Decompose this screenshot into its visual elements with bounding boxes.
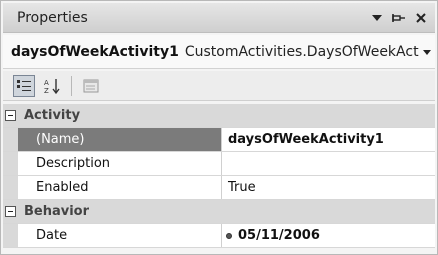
svg-text:Z: Z [44,87,49,95]
property-value-date: 05/11/2006 [238,228,320,243]
property-name: (Name) [18,128,222,151]
category-label: Activity [24,108,81,123]
collapse-activity-icon[interactable] [3,104,18,127]
window-position-dropdown-icon[interactable] [369,9,385,27]
category-label: Behavior [24,204,90,219]
collapse-behavior-icon[interactable] [3,200,18,223]
toolbar-separator [71,75,72,96]
property-value-name[interactable]: daysOfWeekActivity1 [222,128,435,151]
close-icon[interactable] [413,9,429,27]
sort-alphabetical-icon: A Z [44,78,60,95]
pin-icon[interactable] [391,9,407,27]
property-row-enabled[interactable]: Enabled True [3,176,435,200]
svg-text:A: A [44,79,49,87]
properties-window: Properties daysOfWeekActivity1 CustomAct… [0,0,438,255]
property-row-description[interactable]: Description [3,152,435,176]
bind-indicator-icon[interactable] [226,232,232,239]
category-row-activity[interactable]: Activity [3,104,435,128]
property-grid: Activity (Name) daysOfWeekActivity1 Desc… [3,104,435,248]
selected-object-name: daysOfWeekActivity1 [11,43,179,60]
window-controls [369,9,435,27]
property-row-name[interactable]: (Name) daysOfWeekActivity1 [3,128,435,152]
property-value-enabled[interactable]: True [222,176,435,199]
window-title: Properties [17,9,88,26]
property-pages-button[interactable] [80,75,102,97]
alphabetical-view-button[interactable]: A Z [41,75,63,97]
title-bar: Properties [3,3,435,33]
property-name: Date [18,224,222,247]
selected-object-type: CustomActivities.DaysOfWeekActivi [184,43,435,60]
categorized-view-button[interactable] [13,74,35,97]
object-selector[interactable]: daysOfWeekActivity1 CustomActivities.Day… [3,35,435,69]
properties-toolbar: A Z [3,71,435,101]
categorized-icon [17,79,31,91]
property-value-date-container[interactable]: 05/11/2006 [222,224,435,247]
property-name: Description [18,152,222,175]
property-row-date[interactable]: Date 05/11/2006 [3,224,435,248]
property-value-description[interactable] [222,152,435,175]
category-row-behavior[interactable]: Behavior [3,200,435,224]
property-name: Enabled [18,176,222,199]
property-pages-icon [83,79,99,92]
chevron-down-icon[interactable] [419,35,435,68]
